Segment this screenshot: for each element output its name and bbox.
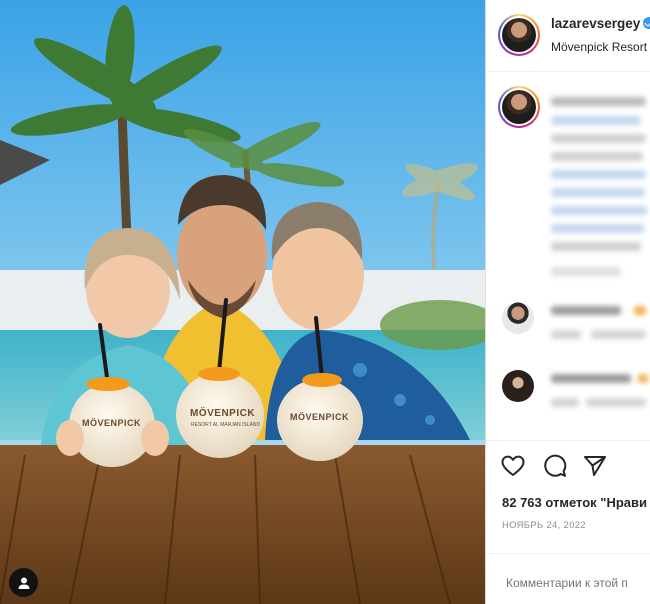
add-comment-area [486,553,650,604]
user-tag-button[interactable] [9,568,38,597]
comment-button[interactable] [542,453,568,479]
post-caption [486,72,650,287]
cup-subtitle-2: RESORT AL MARJAN ISLAND [191,422,261,428]
comment-input[interactable] [506,576,650,590]
commenter-avatar[interactable] [502,302,534,334]
author-avatar[interactable] [498,14,540,56]
paper-plane-icon [584,456,606,476]
post-side-panel: lazarevsergey Mövenpick Resort 82 763 от… [485,0,650,604]
post-date[interactable]: НОЯБРЬ 24, 2022 [502,520,586,531]
author-username[interactable]: lazarevsergey [551,16,650,31]
cup-brand-label-2: MÖVENPICK [190,408,256,419]
comment-item [486,368,650,428]
cup-brand-label-1: MÖVENPICK [82,418,142,428]
caption-author-avatar[interactable] [498,86,540,128]
user-tag-icon [18,577,29,589]
verified-badge-icon [643,17,650,29]
heart-icon [501,455,525,476]
post-actions-bar [486,440,650,490]
comment-item [486,290,650,350]
username-text[interactable]: lazarevsergey [551,16,640,31]
post-header: lazarevsergey Mövenpick Resort [486,0,650,72]
post-photo[interactable]: MÖVENPICK MÖVENPICK RESORT AL MARJAN ISL… [0,0,485,604]
commenter-avatar[interactable] [502,370,534,402]
post-location[interactable]: Mövenpick Resort [551,40,647,54]
instagram-post-view: MÖVENPICK MÖVENPICK RESORT AL MARJAN ISL… [0,0,650,604]
like-button[interactable] [500,453,526,479]
photo-scene [0,0,485,604]
share-button[interactable] [582,453,608,479]
cup-brand-label-3: MÖVENPICK [290,412,350,422]
likes-count[interactable]: 82 763 отметок "Нрави [502,495,647,510]
comment-bubble-icon [544,454,567,477]
